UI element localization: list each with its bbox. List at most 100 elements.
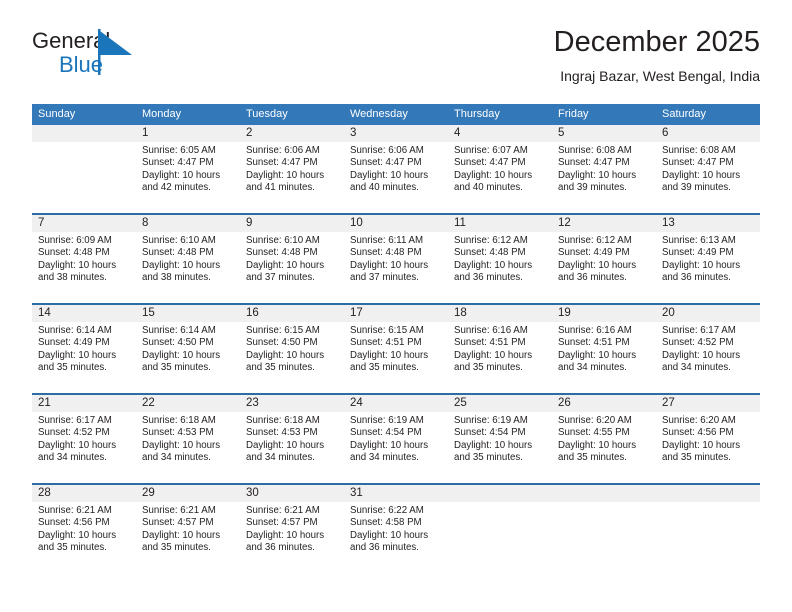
day-cell-13[interactable]: 13 Sunrise: 6:13 AM Sunset: 4:49 PM Dayligh… [656,215,760,303]
day-cell-26[interactable]: 26 Sunrise: 6:20 AM Sunset: 4:55 PM Dayligh… [552,395,656,483]
day-cell-24[interactable]: 24 Sunrise: 6:19 AM Sunset: 4:54 PM Dayligh… [344,395,448,483]
day-number: 7 [32,215,136,232]
day-cell-empty [552,485,656,573]
day-cell-4[interactable]: 4 Sunrise: 6:07 AM Sunset: 4:47 PM Daylight… [448,125,552,213]
day-cell-28[interactable]: 28 Sunrise: 6:21 AM Sunset: 4:56 PM Dayligh… [32,485,136,573]
day-details: Sunrise: 6:15 AM Sunset: 4:50 PM Daylight:… [240,322,344,375]
weekday-header-sunday: Sunday [38,108,76,120]
title-block: December 2025 Ingraj Bazar, West Bengal,… [554,24,760,86]
day-number [448,485,552,502]
day-detail-line: and 35 minutes. [454,452,523,464]
day-detail-line: Sunrise: 6:17 AM [662,325,736,336]
day-details: Sunrise: 6:22 AM Sunset: 4:58 PM Daylight:… [344,502,448,555]
day-detail-line: Sunrise: 6:13 AM [662,235,736,246]
day-detail-line: Sunrise: 6:12 AM [558,235,632,246]
day-detail-line: Sunset: 4:48 PM [454,247,526,259]
day-cell-11[interactable]: 11 Sunrise: 6:12 AM Sunset: 4:48 PM Dayligh… [448,215,552,303]
day-number: 25 [448,395,552,412]
day-cell-31[interactable]: 31 Sunrise: 6:22 AM Sunset: 4:58 PM Dayligh… [344,485,448,573]
day-detail-line: Sunrise: 6:06 AM [350,145,424,156]
day-cell-6[interactable]: 6 Sunrise: 6:08 AM Sunset: 4:47 PM Daylight… [656,125,760,213]
day-detail-line: Sunrise: 6:19 AM [454,415,528,426]
day-cell-21[interactable]: 21 Sunrise: 6:17 AM Sunset: 4:52 PM Dayligh… [32,395,136,483]
day-cell-7[interactable]: 7 Sunrise: 6:09 AM Sunset: 4:48 PM Daylight… [32,215,136,303]
day-detail-line: Sunset: 4:47 PM [350,157,422,169]
day-cell-10[interactable]: 10 Sunrise: 6:11 AM Sunset: 4:48 PM Dayligh… [344,215,448,303]
day-details: Sunrise: 6:14 AM Sunset: 4:49 PM Daylight:… [32,322,136,375]
day-details: Sunrise: 6:08 AM Sunset: 4:47 PM Daylight:… [656,142,760,195]
day-cell-29[interactable]: 29 Sunrise: 6:21 AM Sunset: 4:57 PM Dayligh… [136,485,240,573]
day-detail-line: Sunset: 4:49 PM [38,337,110,349]
day-cell-27[interactable]: 27 Sunrise: 6:20 AM Sunset: 4:56 PM Dayligh… [656,395,760,483]
day-cell-19[interactable]: 19 Sunrise: 6:16 AM Sunset: 4:51 PM Dayligh… [552,305,656,393]
day-cell-23[interactable]: 23 Sunrise: 6:18 AM Sunset: 4:53 PM Dayligh… [240,395,344,483]
day-details [448,502,552,505]
day-cell-9[interactable]: 9 Sunrise: 6:10 AM Sunset: 4:48 PM Daylight… [240,215,344,303]
day-detail-line: Sunrise: 6:14 AM [38,325,112,336]
day-number: 18 [448,305,552,322]
calendar-weeks: 1 Sunrise: 6:05 AM Sunset: 4:47 PM Daylight… [32,125,760,573]
day-details: Sunrise: 6:19 AM Sunset: 4:54 PM Daylight:… [448,412,552,465]
day-detail-line: and 40 minutes. [350,182,419,194]
day-detail-line: Sunset: 4:47 PM [662,157,734,169]
day-detail-line: Sunrise: 6:06 AM [246,145,320,156]
day-detail-line: Daylight: 10 hours [350,439,429,451]
day-cell-25[interactable]: 25 Sunrise: 6:19 AM Sunset: 4:54 PM Dayligh… [448,395,552,483]
day-detail-line: and 34 minutes. [558,362,627,374]
day-cell-22[interactable]: 22 Sunrise: 6:18 AM Sunset: 4:53 PM Dayligh… [136,395,240,483]
day-number: 12 [552,215,656,232]
day-cell-12[interactable]: 12 Sunrise: 6:12 AM Sunset: 4:49 PM Dayligh… [552,215,656,303]
day-details: Sunrise: 6:08 AM Sunset: 4:47 PM Daylight:… [552,142,656,195]
day-details [32,142,136,145]
day-details: Sunrise: 6:17 AM Sunset: 4:52 PM Daylight:… [656,322,760,375]
day-number: 9 [240,215,344,232]
day-detail-line: Sunset: 4:50 PM [142,337,214,349]
day-detail-line: Sunset: 4:55 PM [558,427,630,439]
day-cell-14[interactable]: 14 Sunrise: 6:14 AM Sunset: 4:49 PM Dayligh… [32,305,136,393]
week-row: 21 Sunrise: 6:17 AM Sunset: 4:52 PM Dayligh… [32,393,760,483]
day-details: Sunrise: 6:09 AM Sunset: 4:48 PM Daylight:… [32,232,136,285]
day-detail-line: Sunrise: 6:22 AM [350,505,424,516]
day-detail-line: Sunset: 4:53 PM [246,427,318,439]
day-cell-18[interactable]: 18 Sunrise: 6:16 AM Sunset: 4:51 PM Dayligh… [448,305,552,393]
day-detail-line: Sunrise: 6:08 AM [662,145,736,156]
weekday-header-saturday: Saturday [662,108,707,120]
day-detail-line: Daylight: 10 hours [662,169,741,181]
day-detail-line: Sunrise: 6:20 AM [558,415,632,426]
day-detail-line: and 39 minutes. [662,182,731,194]
day-cell-15[interactable]: 15 Sunrise: 6:14 AM Sunset: 4:50 PM Dayligh… [136,305,240,393]
day-details: Sunrise: 6:21 AM Sunset: 4:57 PM Daylight:… [136,502,240,555]
day-details: Sunrise: 6:13 AM Sunset: 4:49 PM Daylight:… [656,232,760,285]
day-cell-2[interactable]: 2 Sunrise: 6:06 AM Sunset: 4:47 PM Daylight… [240,125,344,213]
day-number: 24 [344,395,448,412]
day-detail-line: Sunrise: 6:17 AM [38,415,112,426]
day-detail-line: Sunset: 4:48 PM [142,247,214,259]
day-detail-line: Daylight: 10 hours [350,349,429,361]
day-details: Sunrise: 6:05 AM Sunset: 4:47 PM Daylight:… [136,142,240,195]
day-cell-1[interactable]: 1 Sunrise: 6:05 AM Sunset: 4:47 PM Daylight… [136,125,240,213]
day-cell-3[interactable]: 3 Sunrise: 6:06 AM Sunset: 4:47 PM Daylight… [344,125,448,213]
day-details: Sunrise: 6:19 AM Sunset: 4:54 PM Daylight:… [344,412,448,465]
day-detail-line: and 36 minutes. [350,542,419,554]
day-cell-8[interactable]: 8 Sunrise: 6:10 AM Sunset: 4:48 PM Daylight… [136,215,240,303]
day-number: 20 [656,305,760,322]
day-detail-line: Daylight: 10 hours [246,529,325,541]
day-detail-line: Sunset: 4:48 PM [38,247,110,259]
day-detail-line: Sunset: 4:54 PM [350,427,422,439]
day-detail-line: and 37 minutes. [350,272,419,284]
day-detail-line: Sunrise: 6:19 AM [350,415,424,426]
day-number [32,125,136,142]
day-detail-line: Daylight: 10 hours [350,259,429,271]
day-detail-line: and 35 minutes. [142,542,211,554]
day-cell-5[interactable]: 5 Sunrise: 6:08 AM Sunset: 4:47 PM Daylight… [552,125,656,213]
day-cell-16[interactable]: 16 Sunrise: 6:15 AM Sunset: 4:50 PM Dayligh… [240,305,344,393]
brand-logo[interactable]: General Blue [32,28,232,84]
day-number: 29 [136,485,240,502]
day-cell-17[interactable]: 17 Sunrise: 6:15 AM Sunset: 4:51 PM Dayligh… [344,305,448,393]
day-cell-20[interactable]: 20 Sunrise: 6:17 AM Sunset: 4:52 PM Dayligh… [656,305,760,393]
day-cell-30[interactable]: 30 Sunrise: 6:21 AM Sunset: 4:57 PM Dayligh… [240,485,344,573]
day-detail-line: and 35 minutes. [38,362,107,374]
day-number: 2 [240,125,344,142]
day-detail-line: Sunset: 4:52 PM [38,427,110,439]
day-detail-line: Sunset: 4:57 PM [142,517,214,529]
